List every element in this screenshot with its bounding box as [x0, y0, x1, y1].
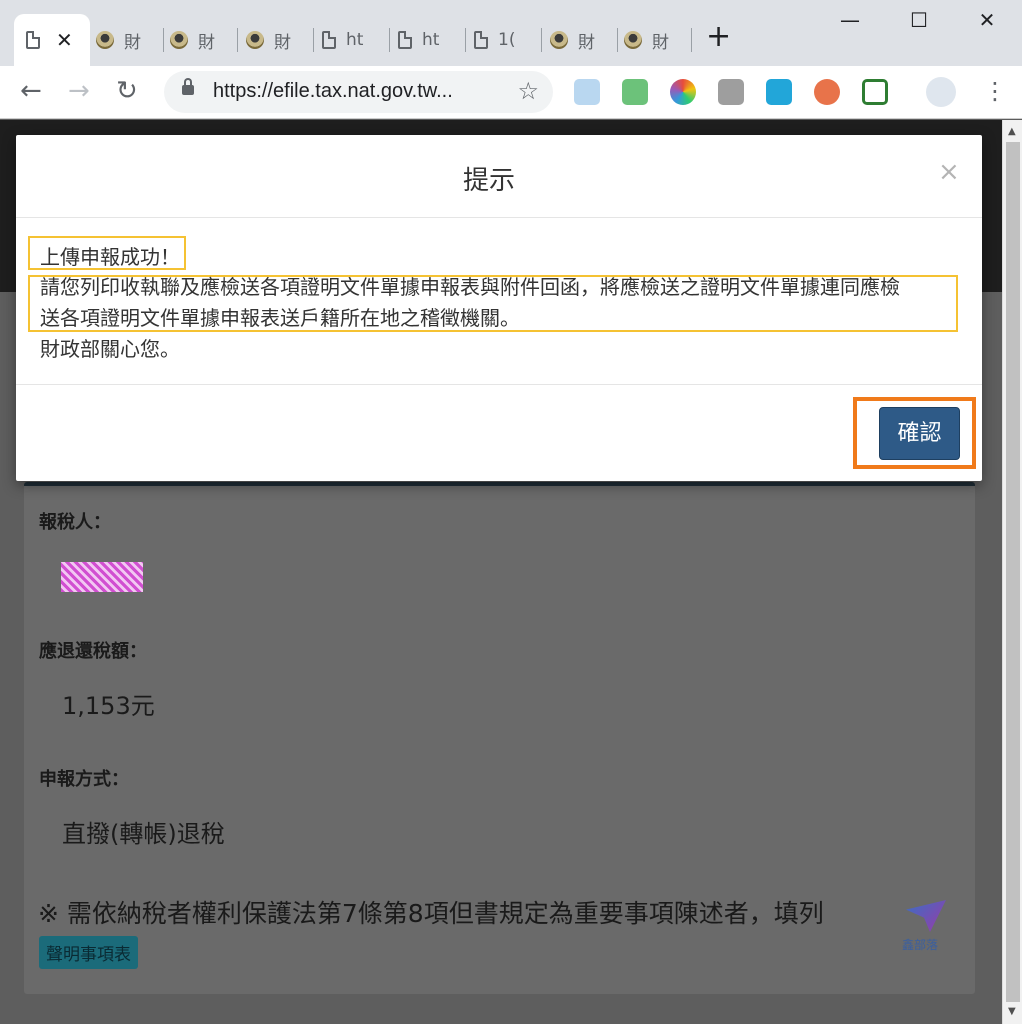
extension-4-icon[interactable] — [718, 79, 744, 105]
result-card: 報稅人： 應退還稅額： 1,153元 申報方式： 直撥(轉帳)退稅 ※ 需依納稅… — [24, 482, 975, 994]
seal-icon — [170, 31, 188, 49]
taxpayer-label: 報稅人： — [39, 512, 111, 533]
address-bar[interactable]: https://efile.tax.nat.gov.tw... ☆ — [164, 71, 553, 113]
declaration-form-button[interactable]: 聲明事項表 — [39, 936, 138, 969]
extension-5-icon[interactable] — [766, 79, 792, 105]
tab-label: 1( — [498, 30, 516, 50]
tab-label: 財 — [198, 32, 215, 53]
dialog-header-divider — [16, 217, 982, 218]
close-window-button[interactable]: ✕ — [964, 8, 1010, 32]
scroll-up-arrow-icon[interactable]: ▲ — [1008, 126, 1016, 137]
lock-icon — [182, 78, 194, 95]
extension-6-icon[interactable] — [814, 79, 840, 105]
browser-toolbar: ← → ↻ https://efile.tax.nat.gov.tw... ☆ … — [0, 66, 1022, 119]
tab-2[interactable]: 財 — [170, 18, 238, 62]
logo-icon — [906, 900, 946, 932]
tab-label: 財 — [274, 32, 291, 53]
seal-icon — [96, 31, 114, 49]
instruction-line-2: 送各項證明文件單據申報表送戶籍所在地之稽徵機關。 — [40, 306, 520, 330]
tab-5[interactable]: ht — [398, 18, 466, 62]
method-value: 直撥(轉帳)退稅 — [62, 820, 225, 848]
method-label: 申報方式： — [39, 769, 129, 790]
minimize-button[interactable]: — — [827, 8, 873, 32]
prompt-dialog: 提示 × 上傳申報成功！ 請您列印收執聯及應檢送各項證明文件單據申報表與附件回函… — [16, 135, 982, 481]
tab-label: 財 — [578, 32, 595, 53]
browser-menu-icon[interactable]: ⋮ — [983, 76, 1007, 106]
tab-active[interactable]: ✕ — [14, 14, 90, 66]
tab-6[interactable]: 1( — [474, 18, 542, 62]
tab-7[interactable]: 財 — [550, 18, 618, 62]
dialog-title: 提示 — [462, 166, 515, 196]
close-tab-icon[interactable]: ✕ — [56, 28, 73, 52]
tab-4[interactable]: ht — [322, 18, 390, 62]
extension-2-icon[interactable] — [622, 79, 648, 105]
profile-avatar-icon[interactable] — [926, 77, 956, 107]
url-text[interactable]: https://efile.tax.nat.gov.tw... — [213, 80, 453, 103]
doc-icon — [474, 31, 488, 49]
success-message: 上傳申報成功！ — [40, 245, 180, 269]
refund-value: 1,153元 — [62, 692, 155, 720]
seal-icon — [624, 31, 642, 49]
scrollbar-thumb[interactable] — [1006, 142, 1020, 1002]
back-button[interactable]: ← — [20, 76, 42, 106]
tab-label: ht — [346, 30, 364, 50]
seal-icon — [246, 31, 264, 49]
scroll-down-arrow-icon[interactable]: ▼ — [1008, 1006, 1016, 1017]
extension-7-icon[interactable] — [862, 79, 888, 105]
bookmark-star-icon[interactable]: ☆ — [517, 77, 539, 105]
dialog-close-icon[interactable]: × — [938, 157, 960, 187]
instruction-line-1: 請您列印收執聯及應檢送各項證明文件單據申報表與附件回函，將應檢送之證明文件單據連… — [40, 275, 900, 299]
doc-icon — [322, 31, 336, 49]
tab-3[interactable]: 財 — [246, 18, 314, 62]
tab-label: 財 — [652, 32, 669, 53]
tab-label: ht — [422, 30, 440, 50]
watermark-text: 鑫部落 — [902, 938, 939, 952]
new-tab-button[interactable]: + — [706, 22, 731, 52]
confirm-button[interactable]: 確認 — [879, 407, 960, 460]
maximize-button[interactable]: ☐ — [896, 8, 942, 32]
extension-1-icon[interactable] — [574, 79, 600, 105]
tab-strip: ✕ 財 財 財 ht ht 1( 財 財 + — ☐ ✕ — [0, 0, 1022, 66]
page-scrollbar[interactable]: ▲ ▼ — [1002, 120, 1022, 1024]
reload-button[interactable]: ↻ — [116, 76, 138, 106]
refund-label: 應退還稅額： — [39, 641, 147, 662]
tab-1[interactable]: 財 — [96, 18, 164, 62]
dialog-footer-divider — [16, 384, 982, 385]
tab-8[interactable]: 財 — [624, 18, 692, 62]
doc-icon — [26, 31, 40, 49]
redacted-name — [61, 562, 143, 592]
watermark-logo: 鑫部落 — [902, 900, 952, 960]
seal-icon — [550, 31, 568, 49]
closing-message: 財政部關心您。 — [40, 337, 180, 361]
doc-icon — [398, 31, 412, 49]
notice-text: ※ 需依納稅者權利保護法第7條第8項但書規定為重要事項陳述者，填列 — [38, 899, 824, 928]
extension-3-icon[interactable] — [670, 79, 696, 105]
forward-button[interactable]: → — [68, 76, 90, 106]
tab-label: 財 — [124, 32, 141, 53]
